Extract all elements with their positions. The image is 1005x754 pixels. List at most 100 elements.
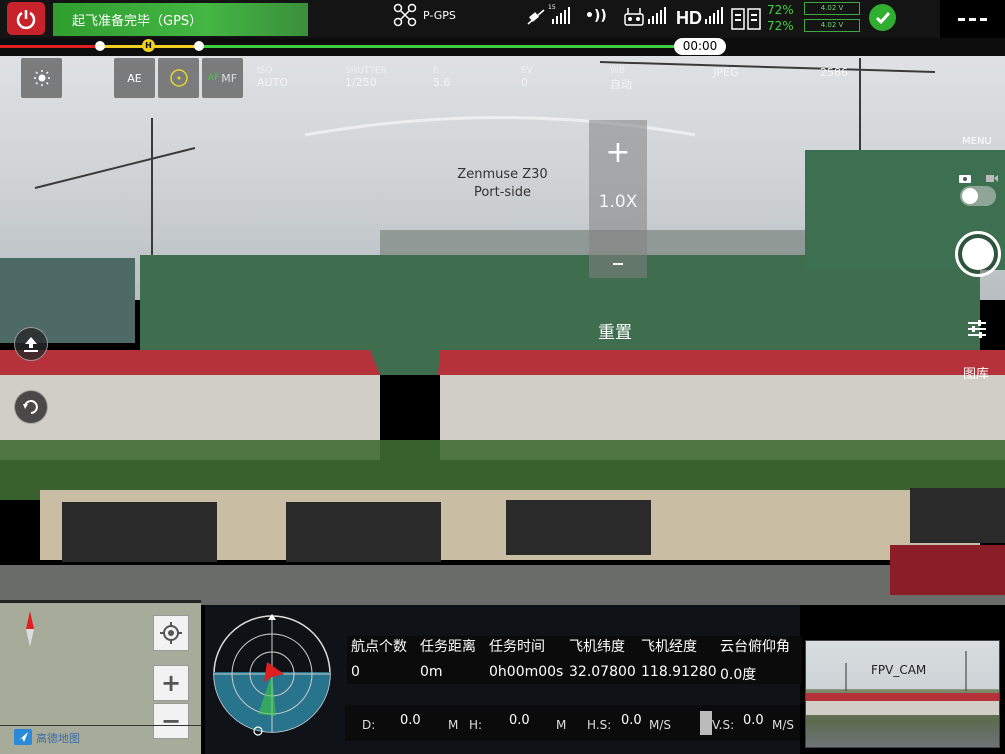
focus-target-icon [169, 69, 188, 87]
telemetry-header: 任务距离 [420, 639, 476, 655]
fpv-camera-preview[interactable]: FPV_CAM [805, 640, 1000, 748]
checkmark-icon [875, 11, 890, 24]
fpv-camera-label: FPV_CAM [871, 663, 927, 677]
telemetry-column: 任务时间 0h00m00s [489, 636, 563, 680]
telemetry-value: 0h00m00s [489, 664, 564, 680]
shutter-param[interactable]: SHUTTER 1/250 [345, 66, 387, 89]
focus-target-button[interactable] [158, 58, 199, 98]
satellite-icon [527, 9, 545, 25]
mini-map[interactable]: + − 高德地图 [0, 600, 201, 754]
iso-param[interactable]: ISO AUTO [257, 66, 288, 89]
format-param[interactable]: JPEG [713, 66, 738, 79]
telemetry-column: 飞机经度 118.91280 [641, 636, 717, 680]
auto-exposure-button[interactable]: AE [114, 58, 155, 98]
telemetry-value: 32.07800 [569, 664, 636, 680]
battery-1-voltage: 4.02 V [804, 2, 860, 15]
telemetry-value: 0m [420, 664, 443, 680]
photo-video-toggle[interactable] [960, 186, 996, 206]
satellite-indicator[interactable]: 15 [526, 4, 556, 32]
progress-red-segment [0, 45, 100, 48]
telemetry-header: 航点个数 [351, 639, 407, 655]
gallery-button[interactable]: 图库 [963, 363, 989, 382]
flight-progress-bar: H 00:00 [0, 38, 1005, 56]
manual-focus-button[interactable]: AF MF [202, 58, 243, 98]
param-key: EV [521, 66, 533, 76]
telemetry-column: 云台俯仰角 0.0度 [720, 636, 790, 684]
rc-link-icon[interactable]: •)) [585, 8, 607, 24]
takeoff-icon [24, 337, 38, 352]
v-speed-value: 0.0 [743, 713, 764, 728]
camera-icon [959, 175, 971, 183]
progress-marker [95, 41, 105, 51]
telemetry-column: 航点个数 0 [351, 636, 407, 680]
param-key: ISO [257, 66, 273, 76]
preflight-check-button[interactable] [869, 4, 896, 31]
ev-param[interactable]: EV 0 [521, 66, 533, 89]
mf-label: MF [221, 71, 238, 85]
remote-controller-icon[interactable] [623, 7, 645, 27]
telemetry-header: 飞机纬度 [569, 639, 625, 655]
home-point-marker: H [142, 39, 155, 52]
takeoff-button[interactable] [14, 327, 48, 361]
settings-sliders-icon[interactable] [966, 318, 988, 340]
flight-stats-row: D: 0.0 M H: 0.0 M H.S: 0.0 M/S V.S: 0.0 … [345, 705, 800, 741]
telemetry-column: 飞机纬度 32.07800 [569, 636, 636, 680]
zoom-reset-button[interactable]: 重置 [598, 318, 632, 343]
map-logo-icon [14, 729, 32, 745]
zoom-out-button[interactable] [613, 263, 623, 265]
shutter-button[interactable] [955, 231, 1001, 277]
flight-mode-indicator[interactable]: P-GPS [393, 3, 456, 27]
param-value: 0 [521, 76, 528, 89]
param-value: 1/250 [345, 76, 377, 89]
battery-icon[interactable] [731, 6, 763, 31]
flight-mode-label: P-GPS [423, 8, 456, 22]
sun-icon [33, 70, 50, 86]
param-key: F [433, 66, 439, 76]
param-value: 自动 [610, 78, 632, 91]
param-value: 5.6 [433, 76, 451, 89]
return-home-icon [23, 400, 38, 414]
param-key: WB [610, 66, 626, 76]
battery-1-percent: 72% [767, 3, 794, 17]
v-speed-label: V.S: [712, 718, 735, 732]
capacity-param[interactable]: 2586 [820, 66, 848, 79]
param-value: 2586 [820, 66, 848, 79]
zoom-level: 1.0X [598, 192, 638, 212]
telemetry-value: 0 [351, 664, 360, 680]
camera-model: Zenmuse Z30 [457, 167, 548, 182]
flight-status-banner[interactable]: 起飞准备完毕（GPS） [53, 3, 308, 36]
return-home-button[interactable] [14, 390, 48, 424]
flight-timer: 00:00 [674, 38, 726, 55]
white-balance-param[interactable]: WB 自动 [610, 66, 632, 92]
camera-menu-button[interactable]: MENU [962, 136, 992, 147]
battery-2-voltage: 4.02 V [804, 19, 860, 32]
video-icon [986, 175, 998, 182]
telemetry-header: 飞机经度 [641, 639, 697, 655]
hd-signal-bars [705, 7, 723, 24]
light-button[interactable] [21, 58, 62, 98]
camera-name-overlay: Zenmuse Z30 Port-side [445, 166, 560, 202]
telemetry-header: 任务时间 [489, 639, 545, 655]
param-key: SHUTTER [345, 66, 387, 76]
hd-video-label[interactable]: HD [676, 8, 702, 29]
locate-button[interactable] [153, 615, 189, 651]
zoom-control[interactable]: + 1.0X [589, 120, 647, 278]
h-speed-label: H.S: [587, 718, 612, 732]
h-speed-unit: M/S [649, 718, 672, 732]
telemetry-value: 118.91280 [641, 664, 717, 680]
compass-north-icon [26, 611, 34, 647]
height-label: H: [469, 718, 483, 732]
fpv-scene [806, 651, 999, 715]
top-status-bar: 起飞准备完毕（GPS） P-GPS 15 •)) HD 72% 72% 4.02… [0, 0, 1005, 38]
more-options-button[interactable] [940, 0, 1005, 38]
h-speed-value: 0.0 [621, 713, 642, 728]
zoom-in-button[interactable]: + [589, 138, 647, 168]
map-zoom-out-button[interactable]: − [153, 703, 189, 739]
mf-indicator-icon: AF [207, 73, 220, 83]
aperture-param[interactable]: F 5.6 [433, 66, 451, 89]
height-value: 0.0 [509, 713, 530, 728]
power-button[interactable] [7, 2, 45, 35]
scale-line [0, 725, 201, 726]
map-zoom-in-button[interactable]: + [153, 665, 189, 701]
satellite-signal-bars [552, 7, 570, 24]
